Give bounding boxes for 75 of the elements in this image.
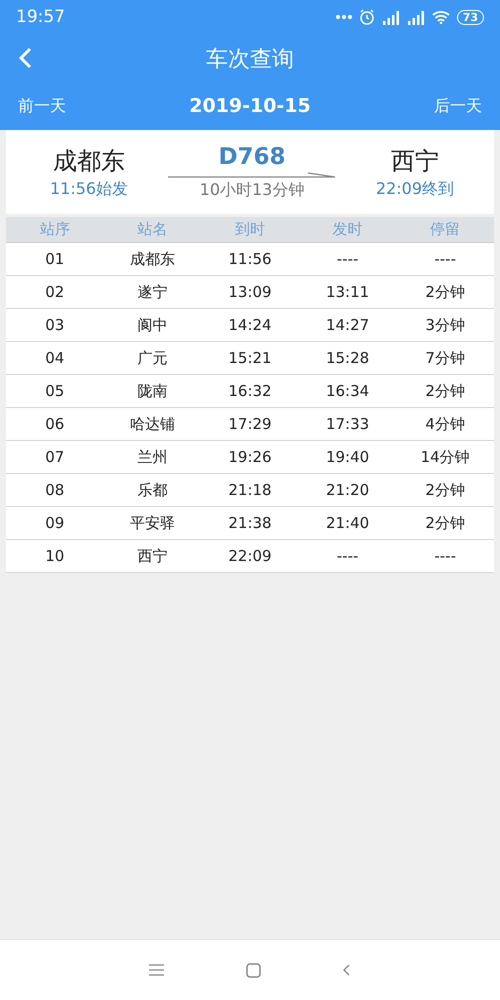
page-title: 车次查询 [206,46,294,74]
column-header: 站序 [38,220,71,239]
table-cell-text: 06 [44,415,66,433]
column-header: 发时 [332,220,364,239]
table-cell-text: 21:18 [227,481,273,499]
table-cell-text: 平安驿 [128,514,176,532]
table-cell-text: 14分钟 [420,448,471,466]
table-cell-text: 2分钟 [424,382,466,400]
station-name: 成都东 [53,146,126,176]
table-cell-text: 兰州 [136,448,168,466]
table-cell-text: 09 [44,514,66,532]
table-cell-text: 05 [44,382,66,400]
column-header: 站名 [136,220,168,239]
table-cell-text: ---- [433,250,458,268]
table-cell-text: 遂宁 [136,282,168,302]
home-icon[interactable] [246,962,261,978]
train-number: D768 [218,144,286,170]
column-header: 停留 [429,220,462,239]
date-label: 2019-10-15 [189,95,311,117]
table-cell-text: ---- [336,250,360,268]
table-cell-text: 04 [44,349,66,367]
table-cell-text: 15:28 [324,349,370,367]
table-cell-text: 17:33 [324,415,370,433]
table-cell-text: 17:29 [227,415,273,433]
table-cell-text: 21:20 [324,481,370,499]
table-cell-text: 14:27 [324,316,370,334]
departure-time: 11:56始发 [50,178,128,200]
table-cell-text: 哈达铺 [128,414,176,434]
signal-icon [382,10,400,24]
table-cell-text: 02 [44,283,66,301]
menu-icon[interactable] [149,964,164,976]
prev-day-button[interactable]: 前一天 [18,96,66,116]
signal-icon [406,10,425,24]
table-cell-text: ---- [336,547,360,565]
table-cell-text: 2分钟 [424,514,466,532]
table-cell-text: 16:32 [227,382,273,400]
next-day-button[interactable]: 后一天 [434,96,482,116]
table-cell-text: 13:09 [227,283,273,301]
column-header: 到时 [234,220,266,239]
table-cell-text: 21:40 [324,514,370,532]
table-cell-text: 03 [44,316,66,334]
table-cell-text: 阆中 [136,316,168,334]
table-cell-text: 16:34 [324,382,370,400]
station-name: 西宁 [390,146,439,176]
table-cell-text: 10 [44,547,66,565]
battery-level: 73 [456,10,484,24]
table-cell-text: 11:56 [227,250,273,268]
arrival-time: 22:09终到 [376,178,454,200]
table-cell-text: 07 [44,448,66,466]
travel-duration: 10小时13分钟 [200,180,304,200]
back-icon[interactable] [343,964,351,976]
table-cell-text: 7分钟 [424,348,466,368]
table-cell-text: 2分钟 [424,480,466,500]
table-cell-text: 3分钟 [424,316,466,334]
table-cell-text: ---- [433,547,458,565]
alarm-icon [358,9,375,25]
table-cell-text: 22:09 [227,547,273,565]
table-cell-text: 08 [44,481,66,499]
table-cell-text: 2分钟 [424,282,466,302]
table-cell-text: 19:40 [324,448,370,466]
clock-time: 19:57 [16,7,65,27]
table-cell-text: 西宁 [136,546,168,566]
table-cell-text: 广元 [136,348,168,368]
more-icon [336,15,352,19]
table-cell-text: 15:21 [227,349,273,367]
table-cell-text: 13:11 [324,283,370,301]
table-cell-text: 01 [44,250,66,268]
table-cell-text: 陇南 [136,382,168,400]
table-cell-text: 21:38 [227,514,273,532]
table-cell-text: 乐都 [136,480,168,500]
table-cell-text: 14:24 [227,316,273,334]
table-cell-text: 4分钟 [424,414,466,434]
wifi-icon [432,10,450,24]
table-cell-text: 成都东 [128,250,176,268]
table-cell-text: 19:26 [227,448,273,466]
